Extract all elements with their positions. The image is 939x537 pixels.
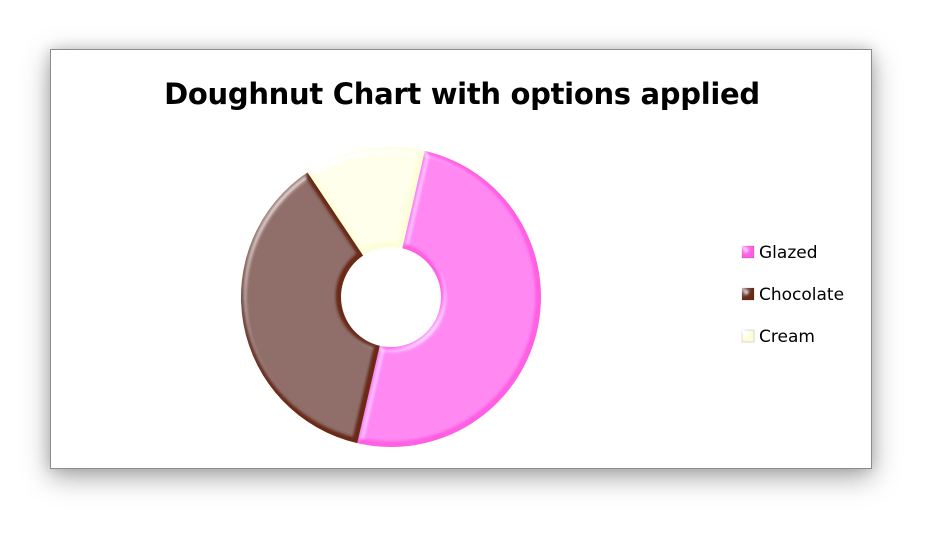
legend-label-chocolate: Chocolate: [759, 285, 844, 305]
legend: Glazed Chocolate Cream: [741, 243, 844, 347]
legend-label-cream: Cream: [759, 327, 815, 347]
legend-label-glazed: Glazed: [759, 243, 818, 263]
legend-swatch-glazed: [741, 245, 755, 259]
legend-swatch-cream: [741, 329, 755, 343]
doughnut-chart: Glazed Chocolate Cream: [240, 147, 844, 448]
doughnut-slices: [240, 147, 541, 448]
legend-swatch-chocolate: [741, 287, 755, 301]
